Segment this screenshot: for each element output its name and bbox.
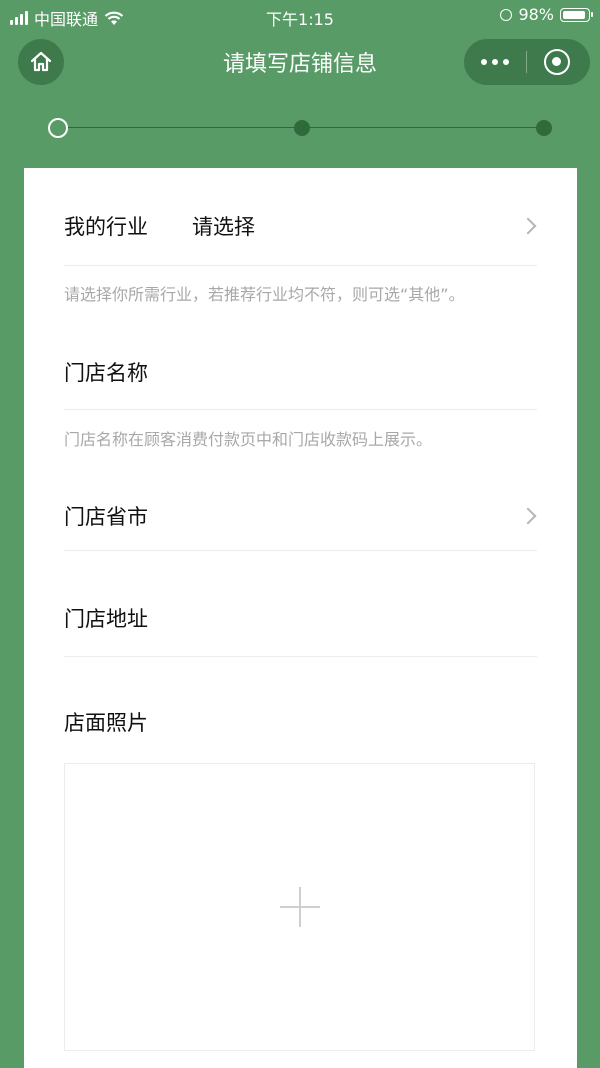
industry-label: 我的行业 — [64, 215, 148, 239]
more-dots-icon — [481, 59, 487, 65]
more-button[interactable] — [464, 39, 526, 85]
divider — [64, 656, 537, 657]
divider — [64, 409, 537, 410]
industry-hint: 请选择你所需行业，若推荐行业均不符，则可选“其他”。 — [64, 285, 465, 304]
address-label: 门店地址 — [64, 607, 148, 631]
capsule-divider — [526, 51, 527, 73]
divider — [64, 265, 537, 266]
photo-label: 店面照片 — [64, 711, 148, 735]
status-bar: 中国联通 下午1:15 98% — [0, 0, 600, 32]
close-miniprogram-button[interactable] — [544, 49, 570, 75]
store-name-row[interactable]: 门店名称 — [64, 357, 537, 387]
step-2 — [294, 120, 310, 136]
province-city-label: 门店省市 — [64, 505, 148, 529]
industry-row[interactable]: 我的行业 请选择 — [64, 211, 537, 241]
orientation-lock-icon — [500, 8, 513, 21]
battery-icon — [560, 7, 593, 22]
province-city-row[interactable]: 门店省市 — [64, 501, 537, 531]
chevron-right-icon — [519, 507, 537, 525]
chevron-right-icon — [519, 217, 537, 235]
photo-upload-area[interactable] — [64, 763, 535, 1051]
status-right: 98% — [500, 5, 593, 24]
address-row[interactable]: 门店地址 — [64, 603, 537, 633]
capsule-menu — [464, 39, 590, 85]
photo-row: 店面照片 — [64, 707, 537, 737]
store-name-label: 门店名称 — [64, 361, 148, 385]
industry-select[interactable]: 请选择 — [192, 211, 255, 241]
step-3 — [536, 120, 552, 136]
store-name-hint: 门店名称在顾客消费付款页中和门店收款码上展示。 — [64, 430, 433, 449]
step-1-current — [48, 118, 68, 138]
divider — [64, 550, 537, 551]
battery-percent: 98% — [518, 5, 554, 24]
store-info-form: 我的行业 请选择 请选择你所需行业，若推荐行业均不符，则可选“其他”。 门店名称… — [24, 168, 577, 1068]
